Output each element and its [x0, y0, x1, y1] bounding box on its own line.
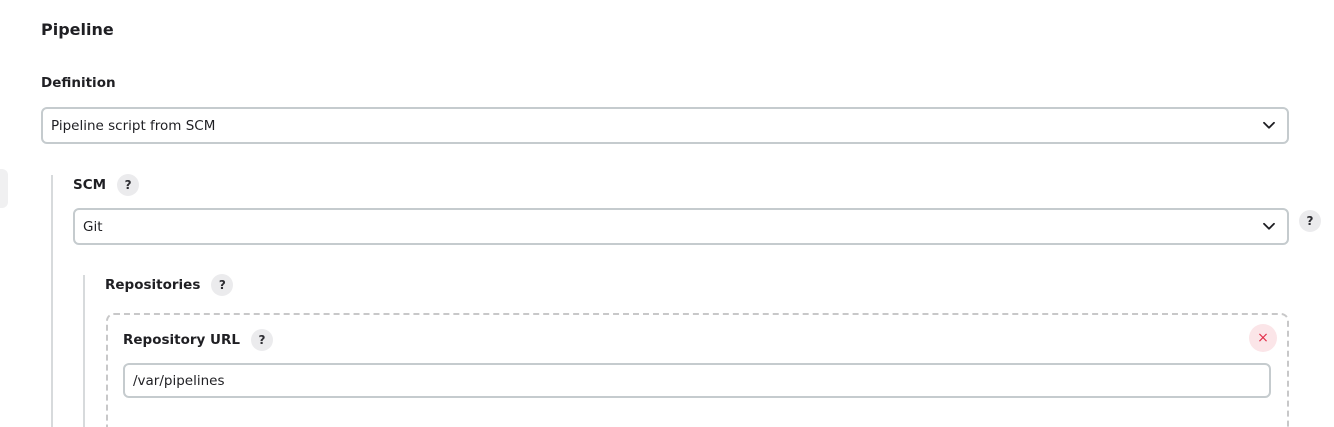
scm-side-help-icon[interactable]: ?: [1299, 210, 1321, 232]
repository-url-help-icon[interactable]: ?: [251, 329, 273, 351]
definition-selected-value: Pipeline script from SCM: [51, 117, 216, 134]
scm-selected-value: Git: [83, 218, 103, 235]
repository-url-value: /var/pipelines: [133, 372, 225, 389]
close-icon: ×: [1257, 330, 1269, 346]
definition-label: Definition: [41, 75, 116, 91]
definition-label-text: Definition: [41, 75, 116, 91]
chevron-down-icon: [1263, 222, 1275, 230]
pipeline-config-page: Pipeline Definition Pipeline script from…: [0, 0, 1334, 427]
scm-label-text: SCM: [73, 177, 107, 193]
scm-help-icon[interactable]: ?: [117, 174, 140, 196]
repository-url-input[interactable]: /var/pipelines: [123, 363, 1271, 398]
repositories-label-text: Repositories: [105, 277, 201, 293]
scm-label: SCM ?: [73, 174, 140, 196]
repositories-section-indent-line: [83, 275, 85, 427]
remove-repository-button[interactable]: ×: [1249, 324, 1277, 352]
repository-url-label-text: Repository URL: [123, 332, 240, 348]
scm-select[interactable]: Git: [73, 208, 1289, 245]
definition-select[interactable]: Pipeline script from SCM: [41, 107, 1289, 144]
scm-section-indent-line: [51, 175, 53, 427]
repositories-label: Repositories ?: [105, 274, 234, 296]
chevron-down-icon: [1263, 121, 1275, 129]
repository-url-label: Repository URL ?: [123, 329, 273, 351]
repositories-help-icon[interactable]: ?: [211, 274, 234, 296]
section-title: Pipeline: [41, 20, 114, 39]
side-panel-tab[interactable]: [0, 169, 8, 208]
